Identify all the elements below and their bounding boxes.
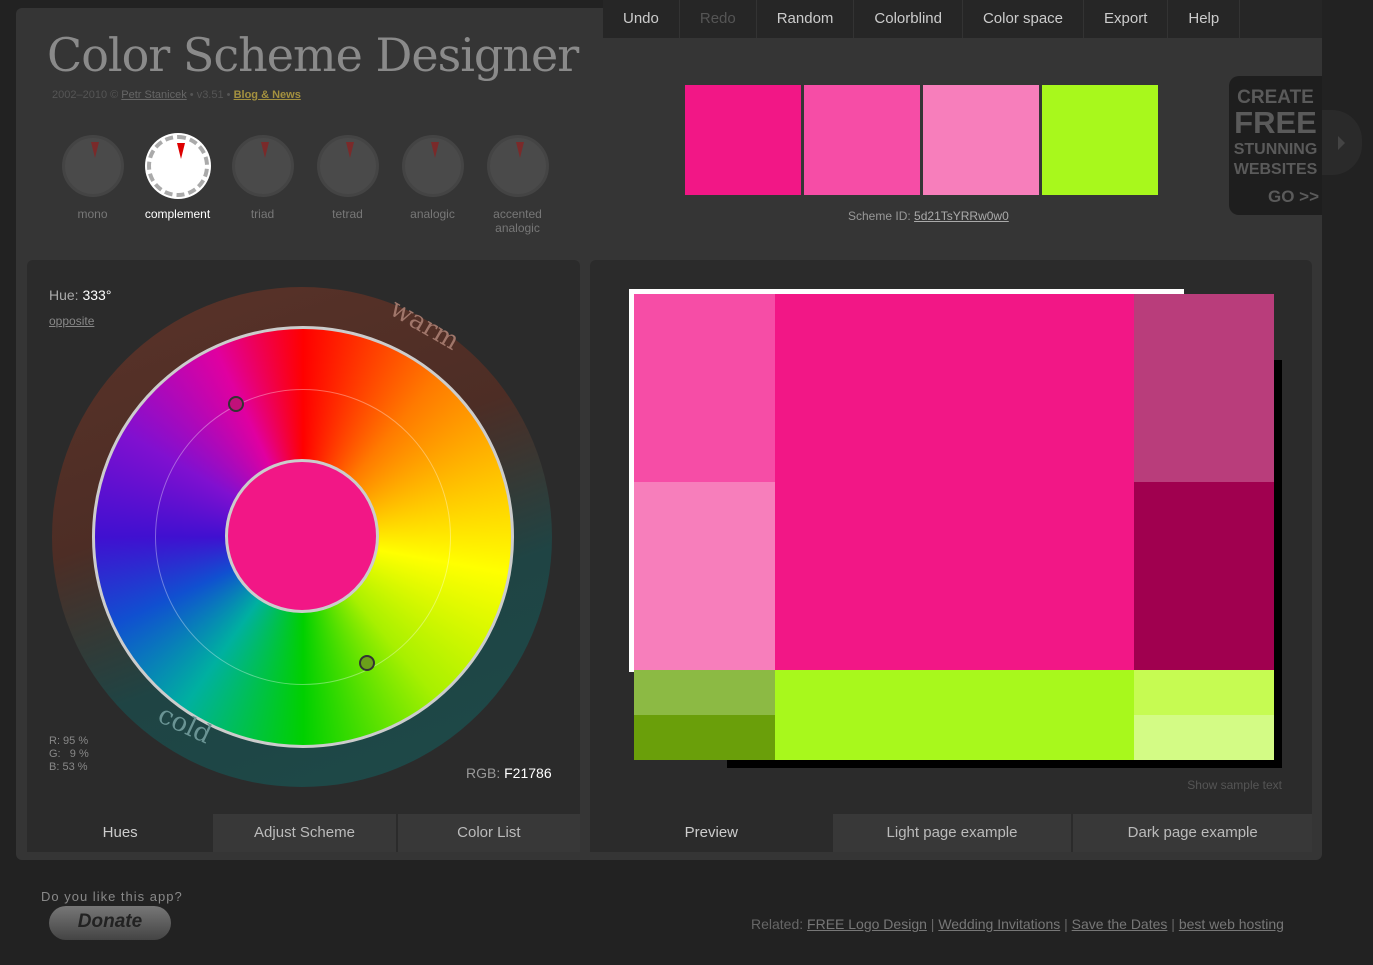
preview-block — [634, 715, 775, 760]
preview-panel: Show sample text Preview Light page exam… — [590, 260, 1313, 852]
right-tabs: Preview Light page example Dark page exa… — [590, 814, 1313, 852]
mode-label: accented analogic — [493, 207, 542, 235]
author-link[interactable]: Petr Stanicek — [121, 89, 186, 101]
primary-hue-handle[interactable] — [228, 396, 244, 412]
mode-accented-analogic[interactable]: accented analogic — [475, 135, 560, 235]
ad-go: GO >> — [1267, 187, 1319, 206]
preview-block — [634, 482, 775, 670]
tab-adjust-scheme[interactable]: Adjust Scheme — [211, 814, 396, 852]
color-space-button[interactable]: Color space — [963, 0, 1085, 38]
mode-tetrad[interactable]: tetrad — [305, 135, 390, 235]
rgb-readout: RGB: F21786 — [466, 765, 552, 781]
redo-button[interactable]: Redo — [680, 0, 757, 38]
mode-analogic[interactable]: analogic — [390, 135, 475, 235]
help-button[interactable]: Help — [1168, 0, 1241, 38]
mode-label: complement — [144, 207, 211, 221]
tab-preview[interactable]: Preview — [590, 814, 831, 852]
hue-readout: Hue: 333° — [49, 287, 111, 303]
mode-triad[interactable]: triad — [220, 135, 305, 235]
complement-dial-icon — [146, 135, 209, 197]
export-button[interactable]: Export — [1084, 0, 1169, 38]
related-link[interactable]: best web hosting — [1179, 916, 1284, 932]
preview-block — [1134, 294, 1274, 482]
opposite-link[interactable]: opposite — [49, 314, 94, 328]
preview-block — [634, 670, 775, 715]
triad-dial-icon — [231, 135, 294, 197]
credits: 2002–2010 © Petr Stanicek • v3.51 • Blog… — [52, 89, 301, 101]
ad-text: WEBSITES — [1233, 161, 1318, 178]
preview-block — [1134, 715, 1274, 760]
tab-dark-page-example[interactable]: Dark page example — [1071, 814, 1313, 852]
blog-link[interactable]: Blog & News — [234, 89, 301, 101]
mode-label: mono — [77, 207, 108, 221]
app-title: Color Scheme Designer — [47, 28, 579, 82]
hue-label: Hue: — [49, 287, 79, 303]
related-label: Related: — [751, 916, 804, 932]
preview-block — [775, 670, 1134, 760]
copyright: 2002–2010 © — [52, 89, 119, 101]
mode-complement[interactable]: complement — [135, 135, 220, 235]
swatch[interactable] — [923, 85, 1039, 195]
mode-label: triad — [250, 207, 275, 221]
mode-label: analogic — [410, 207, 455, 221]
related-link[interactable]: Save the Dates — [1072, 916, 1168, 932]
menu-bar: Undo Redo Random Colorblind Color space … — [603, 0, 1322, 38]
show-sample-text-link[interactable]: Show sample text — [1187, 778, 1282, 792]
random-button[interactable]: Random — [757, 0, 855, 38]
preview-block — [1134, 670, 1274, 715]
scheme-id-link[interactable]: 5d21TsYRRw0w0 — [914, 209, 1009, 223]
accented-analogic-dial-icon — [486, 135, 549, 197]
rgb-label: RGB: — [466, 765, 501, 781]
swatch[interactable] — [804, 85, 920, 195]
complement-hue-marker[interactable] — [359, 655, 375, 671]
hue-value: 333° — [82, 287, 112, 303]
mode-label: tetrad — [332, 207, 363, 221]
ad-expand-arrow-icon[interactable] — [1322, 110, 1362, 175]
preview-grid — [634, 294, 1274, 760]
rgb-percent: R: 95 % G: 9 % B: 53 % — [49, 735, 89, 773]
scheme-swatches — [685, 85, 1158, 195]
preview-block — [634, 294, 775, 482]
donate-question: Do you like this app? — [41, 889, 183, 904]
related-link[interactable]: FREE Logo Design — [807, 916, 927, 932]
ad-text: FREE — [1234, 105, 1317, 140]
create-websites-ad[interactable]: CREATE FREE STUNNING WEBSITES GO >> — [1229, 76, 1322, 215]
tetrad-dial-icon — [316, 135, 379, 197]
mode-mono[interactable]: mono — [50, 135, 135, 235]
related-link[interactable]: Wedding Invitations — [938, 916, 1060, 932]
scheme-id-label: Scheme ID: — [848, 209, 911, 223]
mono-dial-icon — [61, 135, 124, 197]
tab-light-page-example[interactable]: Light page example — [830, 814, 1072, 852]
donate-button[interactable]: Donate — [49, 906, 171, 940]
left-tabs: Hues Adjust Scheme Color List — [27, 814, 580, 852]
undo-button[interactable]: Undo — [603, 0, 680, 38]
analogic-dial-icon — [401, 135, 464, 197]
rgb-hex: F21786 — [504, 765, 552, 781]
scheme-id: Scheme ID: 5d21TsYRRw0w0 — [848, 209, 1009, 223]
preview-block — [1134, 482, 1274, 670]
colorblind-button[interactable]: Colorblind — [854, 0, 963, 38]
hues-panel: warm cold Hue: 333° opposite R: 95 % G: … — [27, 260, 580, 852]
tab-hues[interactable]: Hues — [27, 814, 212, 852]
swatch[interactable] — [685, 85, 801, 195]
related-links: Related: FREE Logo Design | Wedding Invi… — [751, 916, 1284, 932]
version: • v3.51 • — [189, 89, 231, 101]
preview-block — [775, 294, 1134, 670]
scheme-modes: mono complement triad tetrad analogic ac… — [50, 135, 560, 235]
tab-color-list[interactable]: Color List — [395, 814, 580, 852]
ad-text: STUNNING — [1233, 141, 1318, 158]
swatch[interactable] — [1042, 85, 1158, 195]
selected-color-center — [225, 459, 379, 613]
